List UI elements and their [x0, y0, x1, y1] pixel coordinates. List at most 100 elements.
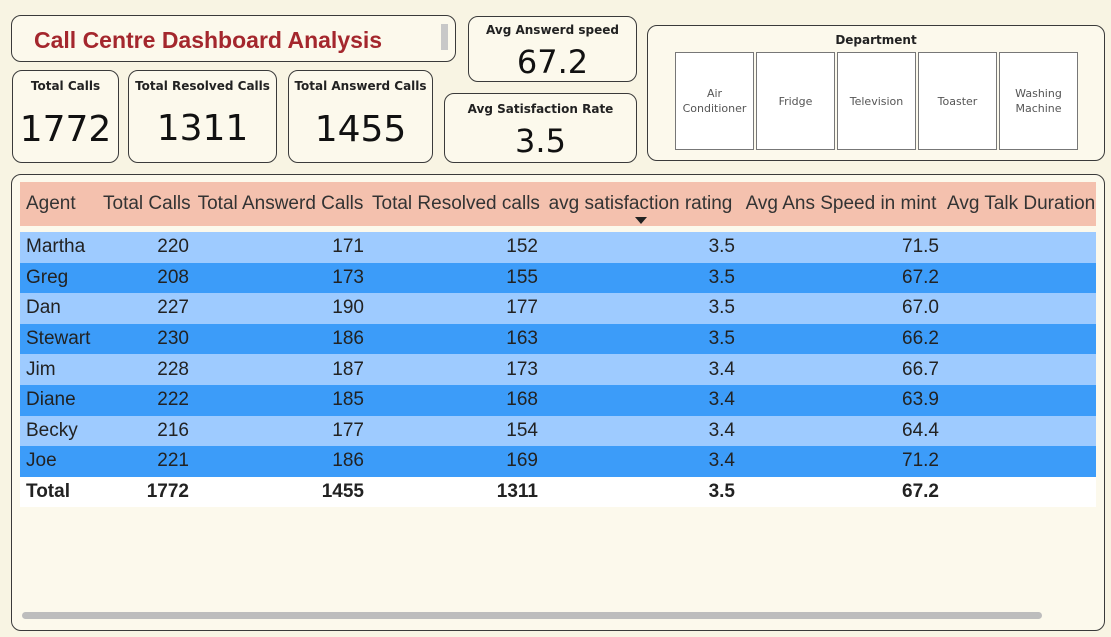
cell-total-resolved: 155: [368, 262, 542, 294]
column-header-avg-ans-speed[interactable]: Avg Ans Speed in mint: [739, 182, 943, 226]
cell-total-answered: 185: [193, 384, 368, 416]
dashboard-title: Call Centre Dashboard Analysis: [34, 27, 383, 53]
cell-total-answered: 171: [193, 232, 368, 263]
cell-agent: Dan: [20, 293, 99, 324]
cell-total-resolved: 163: [368, 323, 542, 355]
cell-avg-speed: 66.2: [739, 323, 943, 355]
cell-total-resolved: 169: [368, 446, 542, 477]
horizontal-scrollbar[interactable]: [22, 612, 1042, 619]
department-option-television[interactable]: Television: [837, 52, 916, 150]
kpi-avg-satisfaction-rate: Avg Satisfaction Rate 3.5: [444, 93, 637, 163]
total-avg-talk: [943, 476, 1096, 508]
cell-agent: Diane: [20, 384, 99, 416]
table-row[interactable]: Greg 208 173 155 3.5 67.2: [20, 262, 1096, 294]
table-row[interactable]: Martha 220 171 152 3.5 71.5: [20, 232, 1096, 263]
cell-avg-talk: [943, 262, 1096, 294]
kpi-total-answered-calls: Total Answerd Calls 1455: [288, 70, 433, 163]
cell-total-resolved: 173: [368, 354, 542, 385]
cell-avg-speed: 63.9: [739, 384, 943, 416]
cell-avg-satisfaction: 3.4: [542, 384, 739, 416]
cell-total-answered: 187: [193, 354, 368, 385]
column-header-avg-satisfaction-label: avg satisfaction rating: [548, 193, 733, 214]
table-total-row: Total 1772 1455 1311 3.5 67.2: [20, 476, 1096, 508]
kpi-total-resolved-calls: Total Resolved Calls 1311: [128, 70, 277, 163]
cell-agent: Stewart: [20, 323, 99, 355]
table-row[interactable]: Jim 228 187 173 3.4 66.7: [20, 354, 1096, 385]
cell-total-resolved: 168: [368, 384, 542, 416]
kpi-total-answered-label: Total Answerd Calls: [294, 79, 427, 93]
cell-avg-speed: 67.2: [739, 262, 943, 294]
cell-total-answered: 190: [193, 293, 368, 324]
cell-avg-talk: [943, 354, 1096, 385]
title-scrollbar[interactable]: [441, 24, 448, 50]
total-label: Total: [20, 476, 99, 508]
table-row[interactable]: Stewart 230 186 163 3.5 66.2: [20, 323, 1096, 355]
column-header-avg-satisfaction-rating[interactable]: avg satisfaction rating: [542, 182, 739, 226]
table-row[interactable]: Dan 227 190 177 3.5 67.0: [20, 293, 1096, 324]
kpi-avg-satisfaction-value: 3.5: [515, 122, 566, 160]
table-row[interactable]: Becky 216 177 154 3.4 64.4: [20, 415, 1096, 447]
cell-avg-speed: 71.2: [739, 446, 943, 477]
total-resolved: 1311: [368, 476, 542, 508]
department-option-toaster[interactable]: Toaster: [918, 52, 997, 150]
title-card: Call Centre Dashboard Analysis: [11, 15, 456, 62]
kpi-avg-speed-label: Avg Answerd speed: [486, 23, 619, 37]
cell-total-answered: 186: [193, 446, 368, 477]
cell-total-resolved: 177: [368, 293, 542, 324]
total-avg-satisfaction: 3.5: [542, 476, 739, 508]
cell-total-calls: 222: [99, 384, 193, 416]
cell-agent: Jim: [20, 354, 99, 385]
kpi-total-calls-value: 1772: [19, 109, 112, 150]
column-header-total-answered-calls[interactable]: Total Answerd Calls: [193, 182, 368, 226]
cell-avg-talk: [943, 323, 1096, 355]
cell-avg-satisfaction: 3.5: [542, 323, 739, 355]
cell-agent: Becky: [20, 415, 99, 447]
table-header-row: Agent Total Calls Total Answerd Calls To…: [20, 182, 1096, 226]
kpi-total-resolved-value: 1311: [156, 108, 249, 149]
cell-total-calls: 230: [99, 323, 193, 355]
cell-avg-speed: 64.4: [739, 415, 943, 447]
cell-total-answered: 186: [193, 323, 368, 355]
cell-avg-speed: 67.0: [739, 293, 943, 324]
cell-agent: Joe: [20, 446, 99, 477]
cell-avg-speed: 66.7: [739, 354, 943, 385]
cell-avg-satisfaction: 3.5: [542, 232, 739, 263]
cell-avg-speed: 71.5: [739, 232, 943, 263]
cell-total-answered: 177: [193, 415, 368, 447]
cell-avg-talk: [943, 232, 1096, 263]
column-header-agent[interactable]: Agent: [20, 182, 99, 226]
kpi-total-calls: Total Calls 1772: [12, 70, 119, 163]
table-row[interactable]: Joe 221 186 169 3.4 71.2: [20, 446, 1096, 477]
cell-avg-satisfaction: 3.4: [542, 446, 739, 477]
cell-total-calls: 228: [99, 354, 193, 385]
kpi-avg-satisfaction-label: Avg Satisfaction Rate: [467, 102, 614, 116]
kpi-total-calls-label: Total Calls: [30, 79, 101, 93]
department-option-air-conditioner[interactable]: Air Conditioner: [675, 52, 754, 150]
cell-avg-satisfaction: 3.5: [542, 293, 739, 324]
cell-total-calls: 216: [99, 415, 193, 447]
table-row[interactable]: Diane 222 185 168 3.4 63.9: [20, 384, 1096, 416]
kpi-total-answered-value: 1455: [314, 109, 407, 150]
cell-agent: Martha: [20, 232, 99, 263]
cell-total-calls: 208: [99, 262, 193, 294]
department-option-washing-machine[interactable]: Washing Machine: [999, 52, 1078, 150]
cell-avg-satisfaction: 3.4: [542, 354, 739, 385]
column-header-total-calls[interactable]: Total Calls: [99, 182, 193, 226]
cell-avg-talk: [943, 415, 1096, 447]
cell-total-resolved: 154: [368, 415, 542, 447]
cell-total-answered: 173: [193, 262, 368, 294]
department-title: Department: [835, 33, 917, 47]
agent-table-card: Agent Total Calls Total Answerd Calls To…: [11, 174, 1105, 631]
column-header-total-resolved-calls[interactable]: Total Resolved calls: [368, 182, 542, 226]
cell-total-calls: 221: [99, 446, 193, 477]
total-calls: 1772: [99, 476, 193, 508]
cell-avg-satisfaction: 3.5: [542, 262, 739, 294]
column-header-avg-talk-duration[interactable]: Avg Talk Duration: [943, 182, 1096, 226]
department-option-fridge[interactable]: Fridge: [756, 52, 835, 150]
cell-avg-talk: [943, 446, 1096, 477]
kpi-total-resolved-label: Total Resolved Calls: [135, 79, 270, 93]
department-slicer: Department Air Conditioner Fridge Televi…: [647, 25, 1105, 161]
cell-avg-talk: [943, 293, 1096, 324]
cell-total-calls: 220: [99, 232, 193, 263]
agent-table: Agent Total Calls Total Answerd Calls To…: [20, 182, 1096, 508]
